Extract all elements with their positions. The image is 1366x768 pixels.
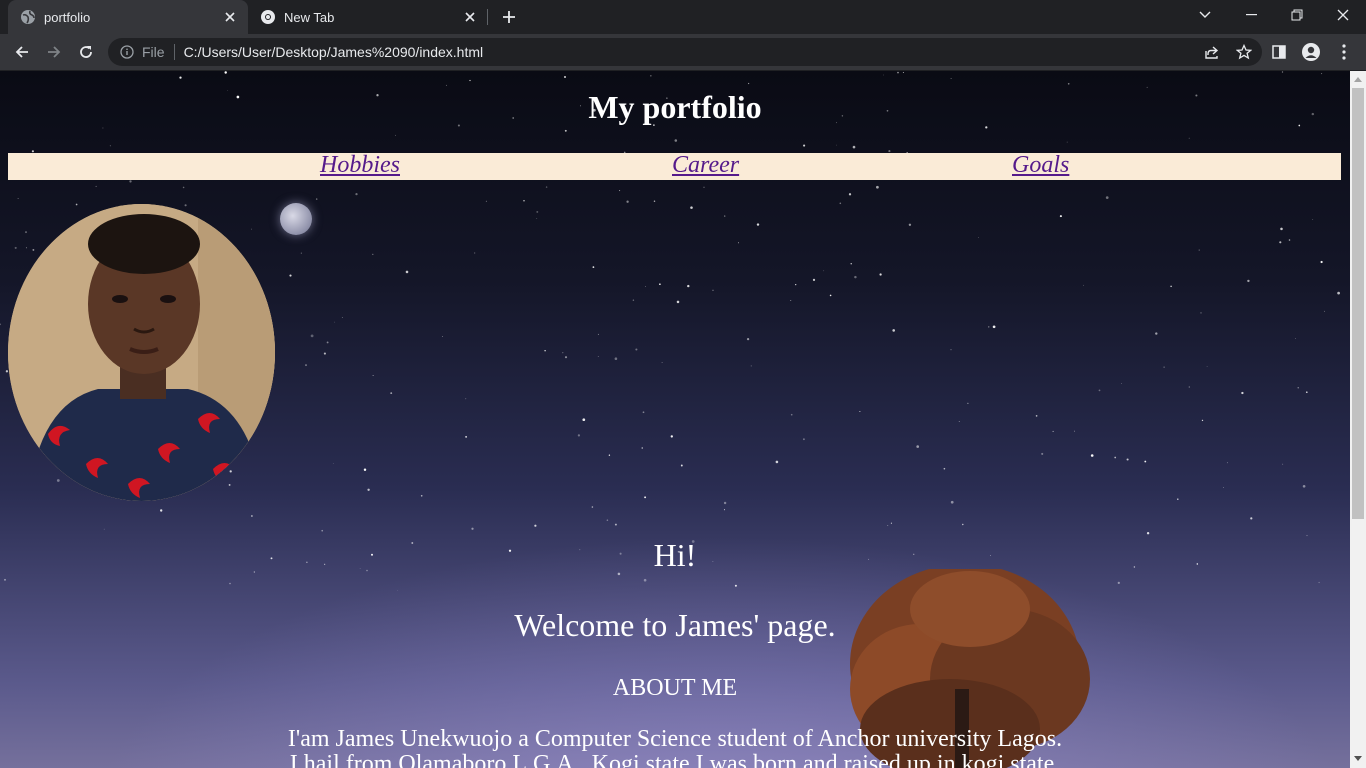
tab-title: New Tab — [284, 9, 335, 25]
menu-kebab-icon[interactable] — [1330, 38, 1358, 66]
address-divider — [173, 44, 175, 60]
scrollbar-thumb[interactable] — [1352, 88, 1364, 519]
bio-paragraph-line: I'am James Unekwuojo a Computer Science … — [287, 726, 1063, 752]
bio-paragraph-line: I hail from Olamaboro L.G.A., Kogi state… — [289, 751, 1061, 768]
share-icon[interactable] — [1198, 38, 1226, 66]
browser-toolbar: File C:/Users/User/Desktop/James%2090/in… — [0, 34, 1366, 70]
address-bar[interactable]: File C:/Users/User/Desktop/James%2090/in… — [108, 38, 1262, 66]
welcome-heading: Welcome to James' page. — [514, 607, 836, 643]
nav-link-career[interactable]: Career — [672, 152, 739, 179]
bookmark-star-icon[interactable] — [1230, 38, 1258, 66]
tab-new-tab[interactable]: New Tab — [248, 0, 488, 34]
page-viewport: My portfolio Hobbies Career Goals Hi! We… — [0, 71, 1350, 768]
back-button[interactable] — [8, 38, 36, 66]
scroll-down-arrow-icon[interactable] — [1350, 750, 1366, 766]
nav-bar: Hobbies Career Goals — [8, 152, 1341, 180]
chrome-icon — [260, 9, 276, 25]
nav-link-hobbies[interactable]: Hobbies — [320, 152, 400, 179]
side-panel-icon[interactable] — [1265, 38, 1293, 66]
tab-separator — [487, 9, 488, 25]
info-icon[interactable] — [120, 45, 134, 59]
minimize-button[interactable] — [1228, 0, 1274, 30]
restore-button[interactable] — [1274, 0, 1320, 30]
nav-link-goals[interactable]: Goals — [1012, 152, 1069, 179]
globe-icon — [20, 9, 36, 25]
tab-strip: portfolio New Tab — [0, 0, 1366, 34]
profile-photo — [8, 204, 275, 501]
moon-image — [280, 203, 312, 235]
close-tab-icon[interactable] — [462, 9, 478, 25]
address-scheme: File — [142, 44, 165, 60]
reload-button[interactable] — [72, 38, 100, 66]
tab-search-icon[interactable] — [1182, 0, 1228, 30]
close-tab-icon[interactable] — [222, 9, 238, 25]
new-tab-button[interactable] — [498, 6, 520, 28]
tab-title: portfolio — [44, 9, 91, 25]
address-url[interactable]: C:/Users/User/Desktop/James%2090/index.h… — [184, 44, 1198, 60]
greeting-heading: Hi! — [653, 537, 697, 573]
page-scrollbar[interactable] — [1350, 71, 1366, 768]
scroll-up-arrow-icon[interactable] — [1350, 71, 1366, 87]
page-title: My portfolio — [588, 89, 762, 125]
forward-button[interactable] — [40, 38, 68, 66]
tab-portfolio[interactable]: portfolio — [8, 0, 248, 34]
about-me-heading: ABOUT ME — [612, 675, 738, 701]
profile-avatar-icon[interactable] — [1297, 38, 1325, 66]
close-window-button[interactable] — [1320, 0, 1366, 30]
